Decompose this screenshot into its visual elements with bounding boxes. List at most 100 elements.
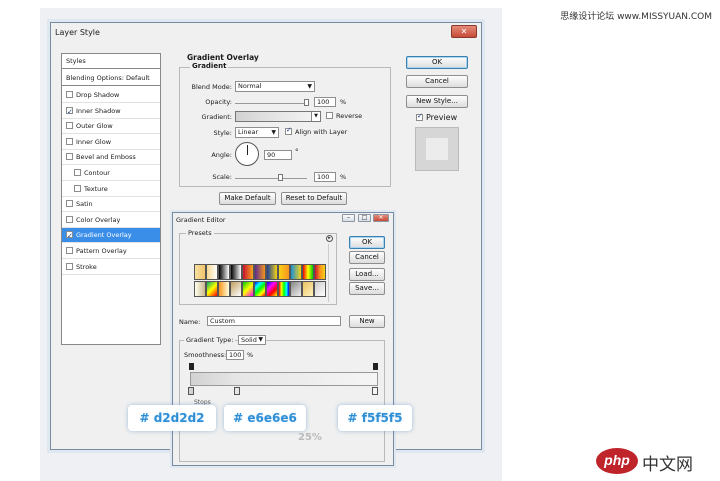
styles-list-item[interactable]: Texture <box>62 182 160 197</box>
new-button[interactable]: New <box>349 315 385 328</box>
style-checkbox[interactable] <box>66 215 73 223</box>
styles-list-item[interactable]: Styles <box>62 54 160 69</box>
color-stop-2[interactable] <box>234 387 240 395</box>
preset-swatch[interactable] <box>302 264 314 280</box>
align-option[interactable]: Align with Layer <box>285 126 347 136</box>
preset-swatch[interactable] <box>266 281 278 297</box>
blend-mode-select[interactable]: Normal ▼ <box>235 81 315 92</box>
smooth-input[interactable]: 100 <box>226 350 244 360</box>
reverse-option[interactable]: Reverse <box>326 112 362 120</box>
styles-list-item[interactable]: Pattern Overlay <box>62 244 160 259</box>
gradient-bar[interactable] <box>190 372 378 386</box>
scale-input[interactable]: 100 <box>314 172 336 182</box>
editor-cancel-button[interactable]: Cancel <box>349 251 385 264</box>
minimize-button[interactable]: – <box>342 214 355 222</box>
styles-list-item-label: Satin <box>76 200 93 209</box>
color-stop-1[interactable] <box>188 387 194 395</box>
opacity-slider[interactable] <box>235 103 307 104</box>
preset-swatch[interactable] <box>242 264 254 280</box>
style-checkbox[interactable] <box>66 137 73 145</box>
styles-list-item[interactable]: Outer Glow <box>62 119 160 135</box>
cancel-button[interactable]: Cancel <box>406 75 468 88</box>
opacity-input[interactable]: 100 <box>314 97 336 107</box>
styles-list-item-label: Inner Glow <box>76 137 112 146</box>
preset-swatch[interactable] <box>290 281 302 297</box>
load-button[interactable]: Load... <box>349 268 385 281</box>
angle-input[interactable]: 90 <box>264 150 292 160</box>
styles-list-item[interactable]: Inner Glow <box>62 135 160 150</box>
style-checkbox[interactable] <box>66 122 73 130</box>
scale-slider-thumb[interactable] <box>278 174 283 181</box>
maximize-button[interactable]: □ <box>358 214 371 222</box>
styles-list-item-label: Color Overlay <box>76 215 121 224</box>
preset-swatch[interactable] <box>230 281 242 297</box>
styles-list-item-label: Outer Glow <box>76 122 113 131</box>
opacity-stop-right[interactable] <box>373 363 378 370</box>
styles-list-item[interactable]: Bevel and Emboss <box>62 150 160 166</box>
reverse-checkbox[interactable] <box>326 112 333 119</box>
style-checkbox[interactable] <box>74 169 81 176</box>
styles-list-item[interactable]: Blending Options: Default <box>62 71 160 86</box>
reset-default-button[interactable]: Reset to Default <box>281 192 347 205</box>
preview-toggle[interactable]: Preview <box>416 112 457 122</box>
preset-swatch[interactable] <box>314 281 326 297</box>
editor-ok-button[interactable]: OK <box>349 236 385 249</box>
gradient-picker[interactable]: ▼ <box>235 111 321 122</box>
styles-list-item-label: Drop Shadow <box>76 91 120 99</box>
angle-dial[interactable] <box>235 142 259 166</box>
preset-swatch[interactable] <box>302 281 314 297</box>
align-checkbox[interactable] <box>285 126 292 135</box>
styles-list-item[interactable]: Gradient Overlay <box>62 228 160 244</box>
editor-close-button[interactable]: ✕ <box>373 214 389 222</box>
style-checkbox[interactable] <box>66 229 73 244</box>
preset-swatch[interactable] <box>218 281 230 297</box>
style-checkbox[interactable] <box>66 262 73 270</box>
preset-swatch[interactable] <box>206 281 218 297</box>
styles-list-item[interactable]: Inner Shadow <box>62 104 160 120</box>
styles-list-item[interactable]: Drop Shadow <box>62 88 160 103</box>
opacity-stop-left[interactable] <box>189 363 194 370</box>
preset-swatch[interactable] <box>254 281 266 297</box>
style-checkbox[interactable] <box>66 105 73 120</box>
scale-slider[interactable] <box>235 178 307 179</box>
preset-swatch[interactable] <box>278 281 290 297</box>
new-style-button[interactable]: New Style... <box>406 95 468 108</box>
location-callout: 25% <box>298 432 322 443</box>
style-checkbox[interactable] <box>66 153 73 161</box>
preset-swatch[interactable] <box>314 264 326 280</box>
styles-list-item[interactable]: Color Overlay <box>62 213 160 228</box>
close-button[interactable]: ✕ <box>451 25 477 38</box>
make-default-button[interactable]: Make Default <box>219 192 276 205</box>
presets-scrollbar[interactable] <box>328 244 334 302</box>
styles-list-item[interactable]: Satin <box>62 197 160 213</box>
preset-swatch[interactable] <box>278 264 290 280</box>
opacity-slider-thumb[interactable] <box>304 99 309 106</box>
style-checkbox[interactable] <box>66 200 73 208</box>
style-checkbox[interactable] <box>74 184 81 192</box>
preset-swatch[interactable] <box>194 281 206 297</box>
styles-list-item-label: Stroke <box>76 262 97 271</box>
style-checkbox[interactable] <box>66 247 73 254</box>
type-select[interactable]: Solid ▼ <box>238 335 266 345</box>
styles-list-item[interactable]: Stroke <box>62 260 160 275</box>
section-title: Gradient Overlay <box>187 53 259 62</box>
preview-checkbox[interactable] <box>416 112 423 121</box>
hex-callout-3: # f5f5f5 <box>338 405 412 431</box>
ok-button[interactable]: OK <box>406 56 468 69</box>
preset-swatch[interactable] <box>206 264 218 280</box>
preset-swatch[interactable] <box>266 264 278 280</box>
styles-list-item[interactable]: Contour <box>62 166 160 181</box>
presets-menu-icon[interactable]: ▸ <box>326 235 333 242</box>
preset-swatch[interactable] <box>194 264 206 280</box>
preset-swatch[interactable] <box>218 264 230 280</box>
preset-swatch[interactable] <box>242 281 254 297</box>
style-select[interactable]: Linear ▼ <box>235 127 279 138</box>
preset-swatch[interactable] <box>254 264 266 280</box>
preset-swatch[interactable] <box>290 264 302 280</box>
style-checkbox[interactable] <box>66 91 73 98</box>
chevron-down-icon[interactable]: ▼ <box>311 112 320 121</box>
color-stop-3[interactable] <box>372 387 378 395</box>
save-button[interactable]: Save... <box>349 282 385 295</box>
preset-swatch[interactable] <box>230 264 242 280</box>
name-input[interactable]: Custom <box>207 316 341 326</box>
